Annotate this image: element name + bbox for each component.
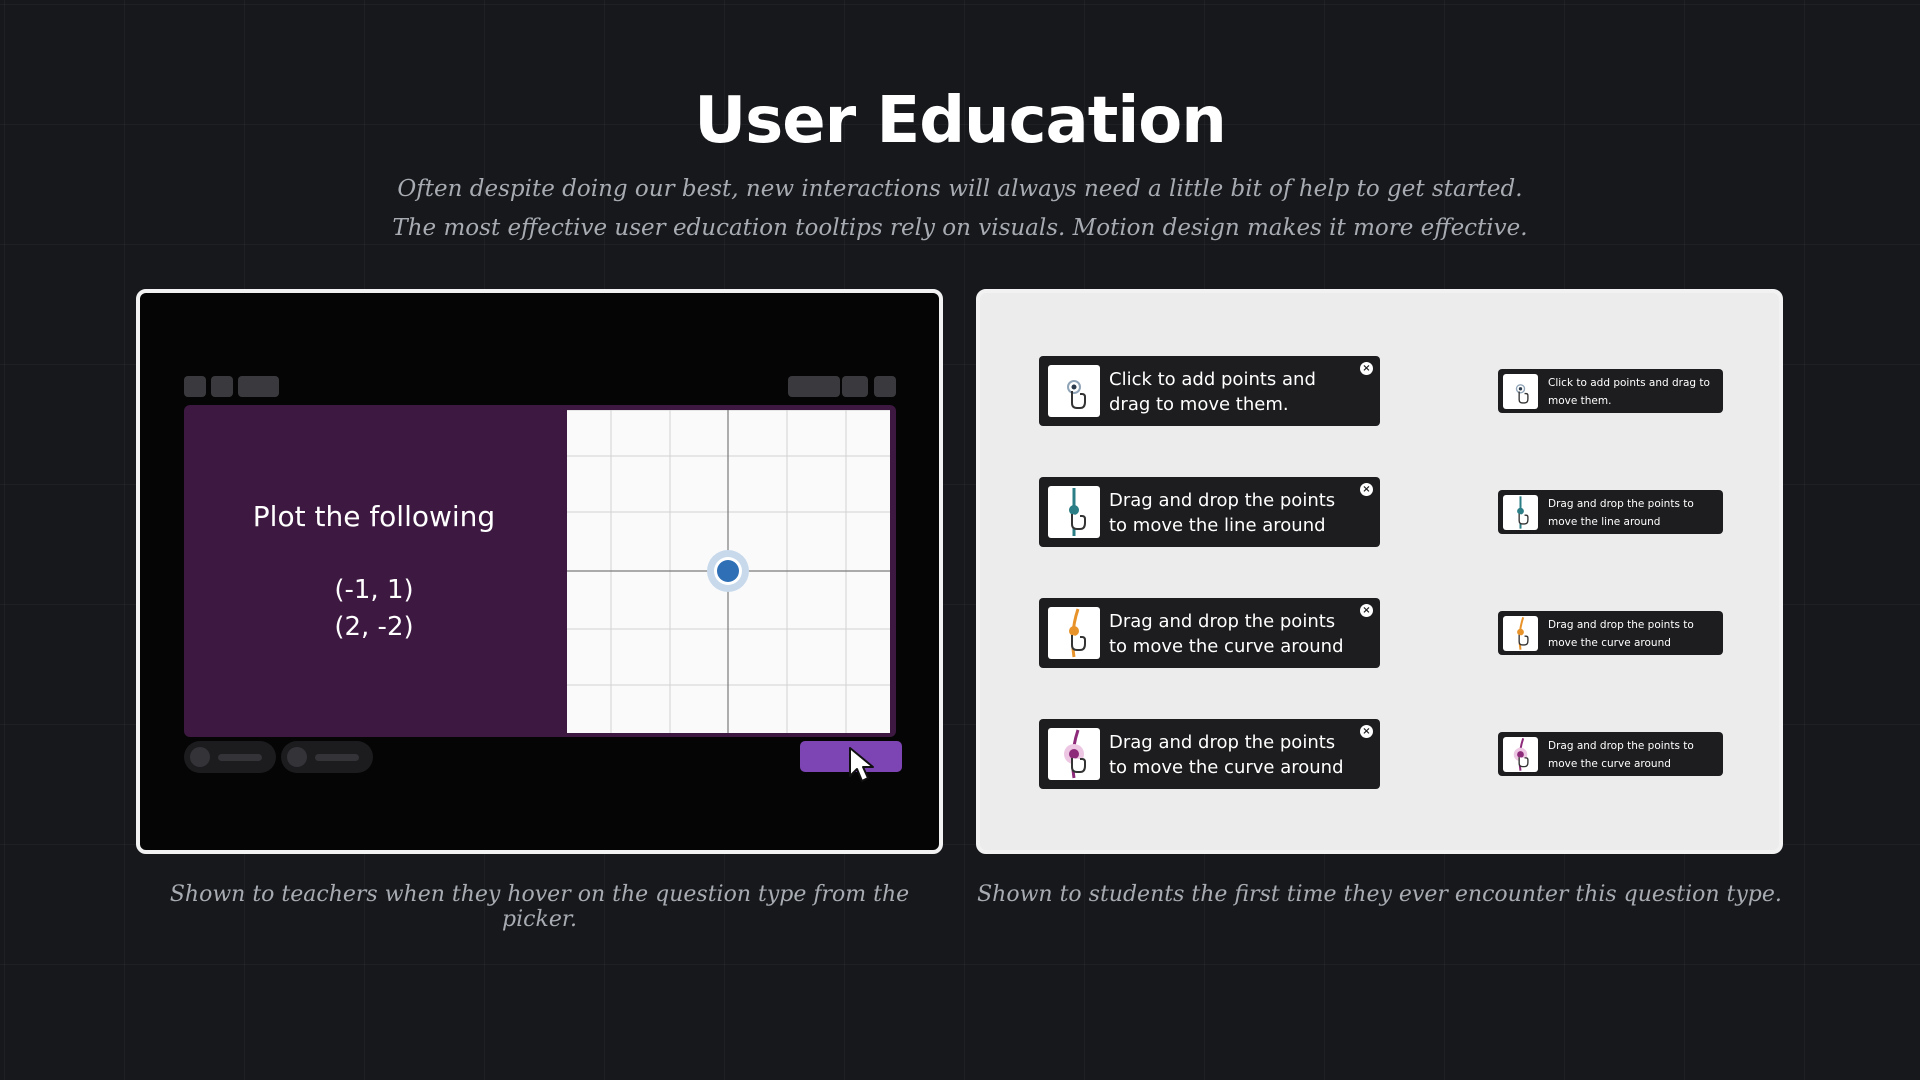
toolbar-button: [842, 376, 868, 397]
tooltip-text: Click to add points and drag to move them…: [1109, 369, 1316, 415]
tooltip-move-line-compact: Drag and drop the points to move the line…: [1498, 490, 1723, 534]
plotted-point[interactable]: [717, 560, 739, 582]
line-drag-icon: [1503, 495, 1538, 530]
tooltip-text: Drag and drop the points to move the line…: [1109, 490, 1336, 536]
tooltip-move-curve-alt-compact: Drag and drop the points to move the curv…: [1498, 732, 1723, 776]
question-slide: Plot the following (-1, 1) (2, -2): [184, 405, 896, 737]
tooltip-move-line: Drag and drop the points to move the line…: [1039, 477, 1380, 547]
tooltip-text: Click to add points and drag to move them…: [1548, 377, 1710, 407]
toolbar-button: [184, 376, 206, 397]
curve-drag-icon: [1503, 616, 1538, 651]
tooltip-text: Drag and drop the points to move the curv…: [1548, 740, 1694, 770]
tooltip-move-curve-compact: Drag and drop the points to move the curv…: [1498, 611, 1723, 655]
option-pill[interactable]: [281, 741, 373, 773]
tooltip-text: Drag and drop the points to move the curv…: [1109, 611, 1344, 657]
grid-svg: [567, 409, 890, 733]
teacher-caption: Shown to teachers when they hover on the…: [169, 882, 910, 932]
tooltip-move-curve: Drag and drop the points to move the curv…: [1039, 598, 1380, 668]
tooltip-move-curve-alt: Drag and drop the points to move the curv…: [1039, 719, 1380, 789]
mouse-cursor-icon: [849, 747, 874, 782]
toolbar-button: [238, 376, 279, 397]
tooltip-text: Drag and drop the points to move the line…: [1548, 498, 1694, 528]
option-pill[interactable]: [184, 741, 276, 773]
point-label: (-1, 1): [334, 575, 414, 605]
tooltip-text: Drag and drop the points to move the curv…: [1548, 619, 1694, 649]
student-caption: Shown to students the first time they ev…: [977, 882, 1782, 907]
line-drag-icon: [1048, 486, 1100, 538]
toolbar-button: [788, 376, 840, 397]
curve-drag-icon: [1048, 607, 1100, 659]
close-icon[interactable]: ×: [1360, 362, 1373, 375]
point-tap-icon: [1048, 365, 1100, 417]
coordinate-grid[interactable]: [567, 409, 890, 733]
close-icon[interactable]: ×: [1360, 483, 1373, 496]
page-title: User Education: [694, 84, 1227, 158]
teacher-preview-panel: Plot the following (-1, 1) (2, -2): [136, 289, 943, 854]
subtitle-line-1: Often despite doing our best, new intera…: [397, 176, 1523, 202]
point-label: (2, -2): [334, 612, 414, 642]
toolbar-button: [211, 376, 233, 397]
student-tooltips-panel: Click to add points and drag to move them…: [976, 289, 1783, 854]
question-title: Plot the following: [252, 500, 496, 533]
tooltip-add-points: Click to add points and drag to move them…: [1039, 356, 1380, 426]
subtitle-line-2: The most effective user education toolti…: [392, 215, 1528, 241]
toolbar-button: [874, 376, 896, 397]
close-icon[interactable]: ×: [1360, 604, 1373, 617]
tooltip-add-points-compact: Click to add points and drag to move them…: [1498, 369, 1723, 413]
curve-drag-icon: [1048, 728, 1100, 780]
curve-drag-icon: [1503, 737, 1538, 772]
tooltip-text: Drag and drop the points to move the curv…: [1109, 732, 1344, 778]
close-icon[interactable]: ×: [1360, 725, 1373, 738]
point-tap-icon: [1503, 374, 1538, 409]
